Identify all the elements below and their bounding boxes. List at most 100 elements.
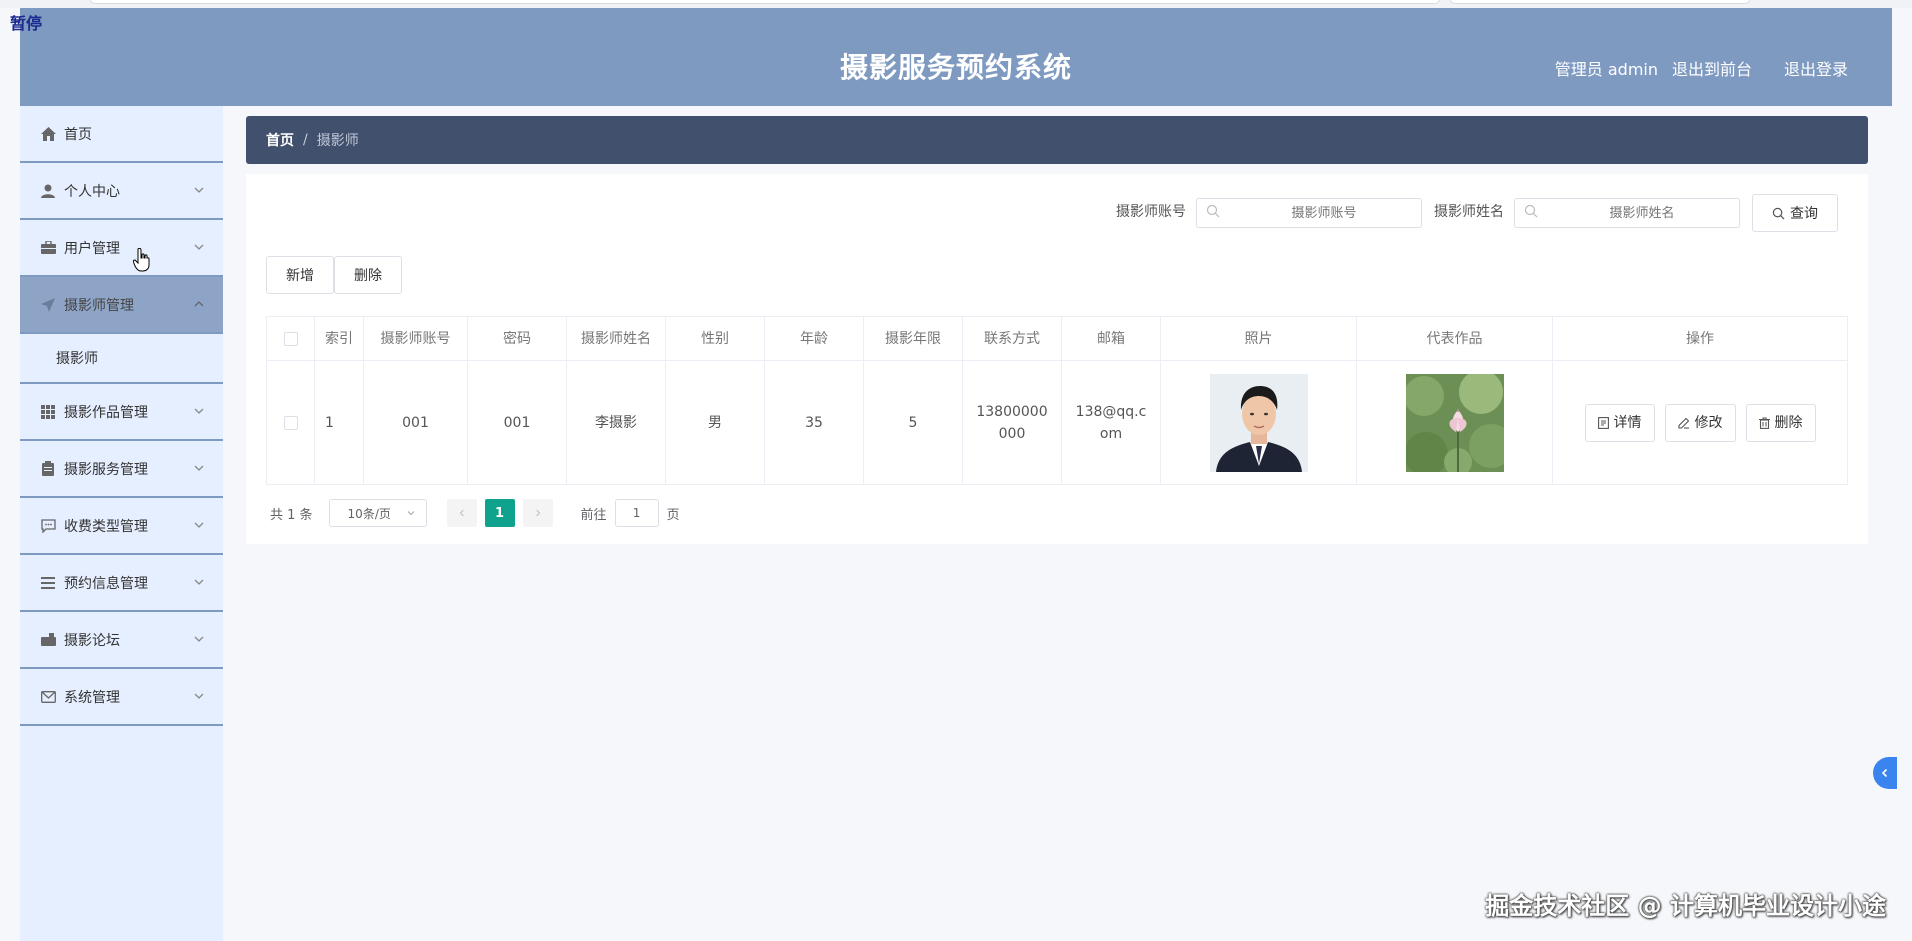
forum-icon	[40, 632, 56, 648]
top-header: 摄影服务预约系统 管理员 admin 退出到前台 退出登录	[20, 8, 1892, 106]
trash-icon	[1758, 416, 1770, 429]
cell-photo	[1161, 361, 1357, 484]
sidebar-item-home[interactable]: 首页	[20, 106, 223, 163]
query-button-label: 查询	[1790, 206, 1818, 222]
main-panel: 摄影师账号 摄影师姓名 查询 新增 删除 索引 摄影师账号 密码 摄影师姓名 性…	[246, 174, 1868, 544]
lotus-work-image[interactable]	[1405, 373, 1504, 472]
edit-icon	[1677, 417, 1689, 429]
address-bar-edge	[90, 0, 1440, 4]
user-icon	[40, 183, 56, 199]
search-icon	[1524, 204, 1538, 218]
sidebar-item-label: 首页	[64, 126, 92, 143]
name-search-label: 摄影师姓名	[1434, 204, 1504, 220]
goto-page-input[interactable]: 1	[614, 499, 659, 527]
chevron-left-icon	[1881, 768, 1888, 778]
app-root: 暂停 摄影服务预约系统 管理员 admin 退出到前台 退出登录 首页 个人中心…	[0, 0, 1912, 941]
breadcrumb-home[interactable]: 首页	[266, 130, 294, 150]
document-icon	[1597, 416, 1609, 429]
batch-delete-button-label: 删除	[354, 268, 382, 284]
edit-button[interactable]: 修改	[1664, 403, 1736, 442]
total-count: 共 1 条	[270, 507, 313, 523]
detail-button[interactable]: 详情	[1584, 403, 1655, 442]
clipboard-icon	[40, 461, 56, 477]
column-header: 联系方式	[963, 317, 1062, 360]
cell-age: 35	[765, 361, 864, 484]
sidebar-subitem-photographer[interactable]: 摄影师	[20, 334, 223, 384]
sidebar-item-user-management[interactable]: 用户管理	[20, 220, 223, 277]
table-row[interactable]: 1 001 001 李摄影 男 35 5 13800000000 138@qq.…	[266, 361, 1848, 485]
chevron-left-icon	[459, 509, 464, 517]
cell-gender: 男	[666, 361, 765, 484]
sidebar-item-booking-management[interactable]: 预约信息管理	[20, 555, 223, 612]
sidebar-item-photographer-management[interactable]: 摄影师管理	[20, 277, 223, 334]
detail-button-label: 详情	[1613, 414, 1642, 431]
account-search-input[interactable]	[1196, 198, 1422, 228]
logout-link[interactable]: 退出登录	[1784, 56, 1848, 80]
chevron-down-icon	[194, 187, 204, 193]
sidebar-item-system-management[interactable]: 系统管理	[20, 669, 223, 726]
column-header: 年龄	[765, 317, 864, 360]
column-header: 摄影师账号	[364, 317, 468, 360]
query-button[interactable]: 查询	[1752, 194, 1838, 232]
sidebar-item-fee-type-management[interactable]: 收费类型管理	[20, 498, 223, 555]
column-header: 性别	[666, 317, 765, 360]
sidebar-item-forum[interactable]: 摄影论坛	[20, 612, 223, 669]
row-checkbox[interactable]	[283, 415, 298, 430]
sidebar-item-service-management[interactable]: 摄影服务管理	[20, 441, 223, 498]
header-select-cell	[266, 317, 315, 360]
delete-button-label: 删除	[1774, 414, 1803, 431]
sidebar: 首页 个人中心 用户管理 摄影师管理 摄影师 摄影作品管理 摄影服务管理 收费类…	[20, 106, 223, 941]
cell-password: 001	[468, 361, 567, 484]
column-header: 代表作品	[1357, 317, 1553, 360]
next-page-button[interactable]	[522, 499, 553, 527]
chevron-up-icon	[194, 301, 204, 307]
watermark-text: 掘金技术社区 @ 计算机毕业设计小途	[1485, 892, 1886, 920]
prev-page-button[interactable]	[446, 499, 477, 527]
back-to-front-link[interactable]: 退出到前台	[1672, 56, 1752, 80]
page-suffix: 页	[666, 507, 680, 523]
chevron-down-icon	[194, 579, 204, 585]
breadcrumb-separator: /	[303, 132, 308, 148]
batch-delete-button[interactable]: 删除	[334, 256, 402, 294]
column-header: 索引	[315, 317, 364, 360]
cell-index: 1	[315, 361, 364, 484]
page-number-button[interactable]: 1	[484, 499, 515, 527]
account-search-label: 摄影师账号	[1116, 204, 1186, 220]
select-all-checkbox[interactable]	[283, 331, 298, 346]
breadcrumb: 首页 / 摄影师	[246, 116, 1868, 164]
sidebar-item-label: 用户管理	[64, 240, 120, 257]
send-icon	[40, 297, 56, 313]
photographer-table: 索引 摄影师账号 密码 摄影师姓名 性别 年龄 摄影年限 联系方式 邮箱 照片 …	[266, 316, 1848, 485]
cell-phone: 13800000000	[963, 361, 1062, 484]
page-size-select[interactable]: 10条/页	[328, 499, 427, 527]
column-header: 操作	[1553, 317, 1848, 360]
sidebar-item-label: 系统管理	[64, 689, 120, 706]
admin-user-label: 管理员 admin	[1554, 60, 1658, 79]
column-header: 邮箱	[1062, 317, 1161, 360]
add-button-label: 新增	[286, 268, 314, 284]
search-icon	[1772, 207, 1785, 219]
sidebar-item-label: 摄影论坛	[64, 632, 120, 649]
column-header: 密码	[468, 317, 567, 360]
add-button[interactable]: 新增	[266, 256, 334, 294]
row-select-cell	[266, 361, 315, 484]
pagination: 共 1 条 10条/页 1 前往 1 页	[270, 498, 680, 528]
browser-top-strip	[0, 0, 1912, 8]
sidebar-item-personal-center[interactable]: 个人中心	[20, 163, 223, 220]
cell-actions: 详情 修改 删除	[1553, 361, 1848, 484]
name-search-input[interactable]	[1514, 198, 1740, 228]
sidebar-item-works-management[interactable]: 摄影作品管理	[20, 384, 223, 441]
cell-email: 138@qq.com	[1062, 361, 1161, 484]
collapse-toggle-button[interactable]	[1873, 757, 1897, 789]
page-size-value: 10条/页	[347, 506, 391, 521]
search-icon	[1206, 204, 1220, 218]
sidebar-item-label: 摄影师管理	[64, 297, 134, 314]
pause-label[interactable]: 暂停	[10, 10, 42, 34]
column-header: 摄影年限	[864, 317, 963, 360]
table-header: 索引 摄影师账号 密码 摄影师姓名 性别 年龄 摄影年限 联系方式 邮箱 照片 …	[266, 317, 1848, 361]
goto-label: 前往	[580, 507, 607, 523]
delete-button[interactable]: 删除	[1745, 403, 1816, 442]
portrait-photo[interactable]	[1209, 373, 1308, 472]
grid-icon	[40, 404, 56, 420]
list-icon	[40, 575, 56, 591]
